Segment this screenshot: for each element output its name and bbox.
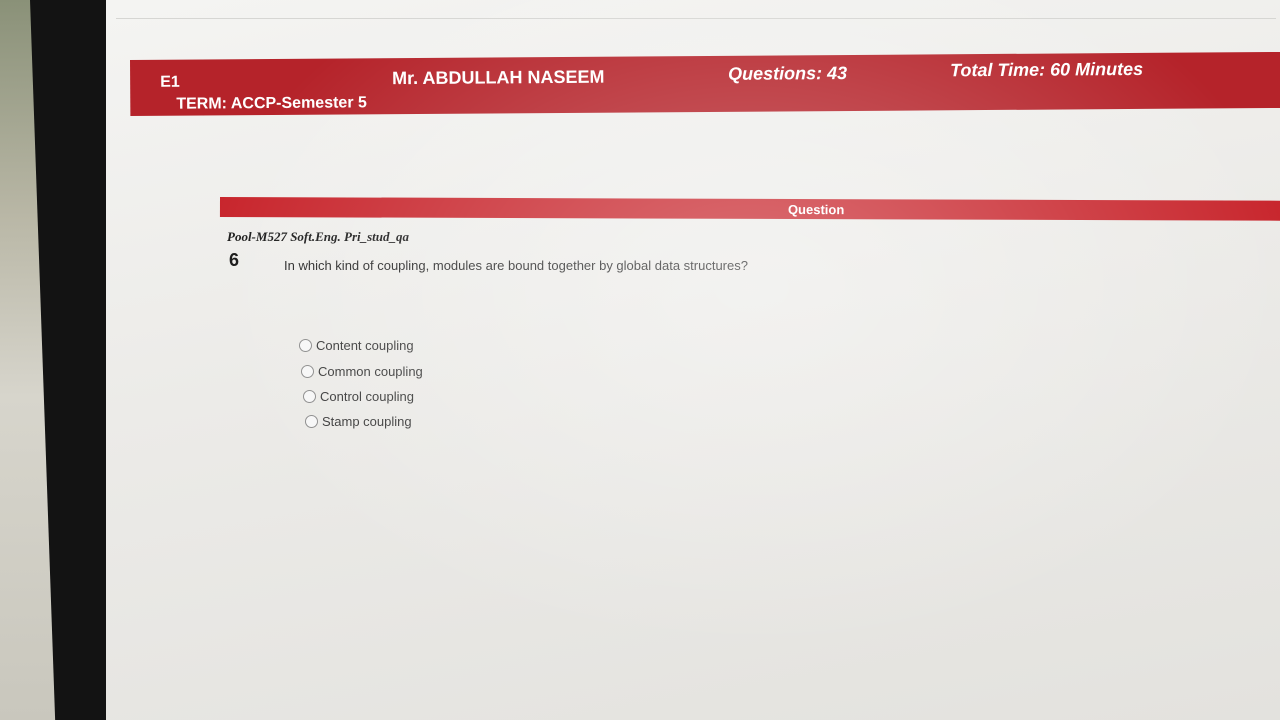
radio-button[interactable]	[301, 365, 314, 378]
total-time: Total Time: 60 Minutes	[950, 58, 1144, 81]
course-code: E1	[160, 73, 180, 91]
option-stamp-coupling[interactable]: Stamp coupling	[305, 414, 412, 429]
option-control-coupling[interactable]: Control coupling	[303, 389, 414, 404]
term-label: TERM: ACCP-Semester 5	[176, 94, 367, 113]
radio-button[interactable]	[305, 415, 318, 428]
teacher-name: Mr. ABDULLAH NASEEM	[392, 66, 605, 89]
option-content-coupling[interactable]: Content coupling	[299, 338, 414, 353]
option-label: Common coupling	[318, 364, 423, 379]
question-number: 6	[229, 250, 240, 270]
question-pool: Pool-M527 Soft.Eng. Pri_stud_qa	[227, 229, 410, 244]
questions-count: Questions: 43	[728, 62, 848, 84]
exam-header: E1 TERM: ACCP-Semester 5 Mr. ABDULLAH NA…	[130, 51, 1280, 116]
option-label: Stamp coupling	[322, 414, 412, 429]
exam-screen: E1 TERM: ACCP-Semester 5 Mr. ABDULLAH NA…	[106, 0, 1280, 720]
question-text: In which kind of coupling, modules are b…	[284, 258, 748, 273]
radio-button[interactable]	[303, 390, 316, 403]
question-header-label: Question	[787, 201, 845, 218]
radio-button[interactable]	[299, 339, 312, 352]
option-label: Control coupling	[320, 389, 414, 404]
option-label: Content coupling	[316, 338, 414, 353]
divider-line	[116, 18, 1276, 19]
option-common-coupling[interactable]: Common coupling	[301, 364, 423, 379]
question-header-bar: Question	[219, 197, 1280, 221]
